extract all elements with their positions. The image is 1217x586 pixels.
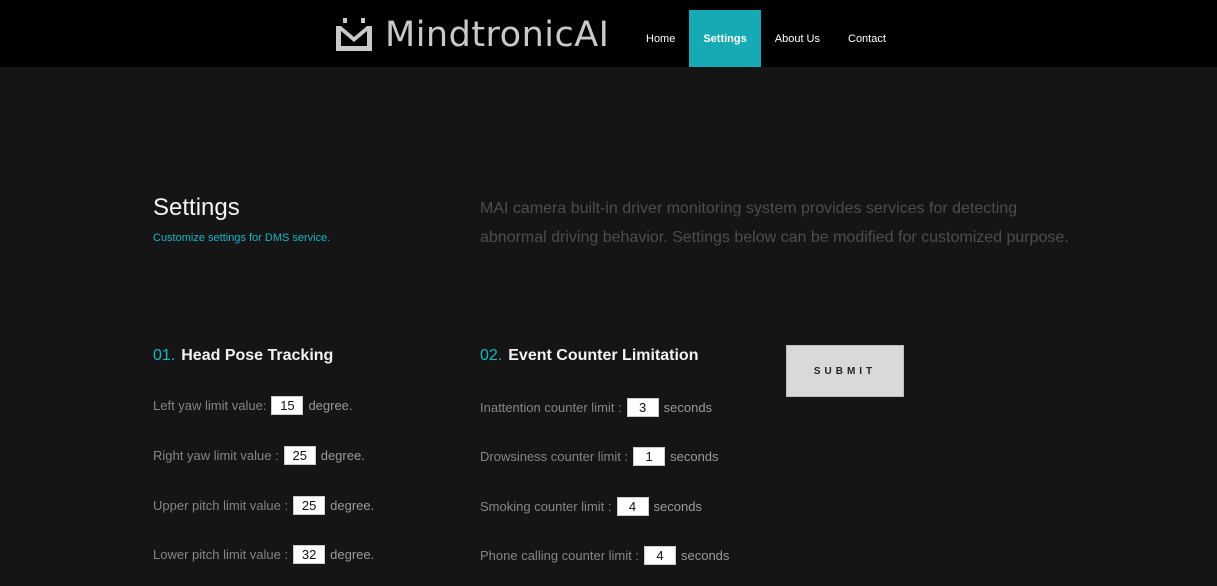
upper-pitch-input[interactable] (293, 496, 326, 515)
section-event-counter-title: 02. Event Counter Limitation (480, 347, 698, 365)
field-unit: seconds (663, 400, 713, 415)
field-label: Right yaw limit value : (153, 448, 279, 463)
page-subtitle: Customize settings for DMS service. (153, 232, 331, 244)
field-label: Phone calling counter limit : (480, 548, 639, 563)
field-label: Left yaw limit value: (153, 398, 267, 413)
field-unit: degree. (308, 398, 353, 413)
section-number: 01. (153, 347, 176, 364)
field-label: Smoking counter limit : (480, 499, 612, 514)
nav-item-about-us[interactable]: About Us (761, 10, 834, 67)
field-unit: seconds (680, 548, 730, 563)
field-label: Lower pitch limit value : (153, 547, 289, 562)
field-smoking: Smoking counter limit : seconds (480, 497, 702, 516)
field-label: Inattention counter limit : (480, 400, 622, 415)
inattention-input[interactable] (626, 398, 659, 417)
nav-item-contact[interactable]: Contact (834, 10, 900, 67)
drowsiness-input[interactable] (633, 447, 666, 466)
phone-calling-input[interactable] (643, 546, 676, 565)
top-navbar: MindtronicAI Home Settings About Us Cont… (0, 0, 1217, 67)
section-number: 02. (480, 347, 503, 364)
field-unit: seconds (653, 499, 702, 514)
page-description: MAI camera built-in driver monitoring sy… (480, 200, 1069, 246)
section-head-pose-title: 01. Head Pose Tracking (153, 347, 333, 365)
lower-pitch-input[interactable] (293, 545, 326, 564)
field-lower-pitch: Lower pitch limit value : degree. (153, 545, 374, 564)
right-yaw-input[interactable] (283, 446, 316, 465)
field-unit: degree. (320, 448, 365, 463)
nav-item-settings[interactable]: Settings (689, 10, 761, 67)
field-inattention: Inattention counter limit : seconds (480, 398, 712, 417)
field-unit: degree. (330, 547, 375, 562)
field-right-yaw: Right yaw limit value : degree. (153, 446, 365, 465)
brand[interactable]: MindtronicAI (333, 14, 610, 56)
field-unit: seconds (670, 449, 719, 464)
field-drowsiness: Drowsiness counter limit : seconds (480, 447, 719, 466)
left-yaw-input[interactable] (271, 396, 304, 415)
field-label: Drowsiness counter limit : (480, 449, 629, 464)
field-label: Upper pitch limit value : (153, 498, 289, 513)
field-left-yaw: Left yaw limit value: degree. (153, 396, 353, 415)
field-upper-pitch: Upper pitch limit value : degree. (153, 496, 374, 515)
nav-item-home[interactable]: Home (632, 10, 689, 67)
smoking-input[interactable] (616, 497, 649, 516)
field-unit: degree. (330, 498, 375, 513)
submit-button[interactable]: SUBMIT (786, 345, 904, 397)
section-title: Event Counter Limitation (508, 347, 699, 364)
page-title: Settings (153, 194, 240, 221)
main-nav: Home Settings About Us Contact (632, 10, 900, 67)
section-title: Head Pose Tracking (181, 347, 334, 364)
field-phone-calling: Phone calling counter limit : seconds (480, 546, 729, 565)
brand-name: MindtronicAI (385, 14, 610, 55)
mindtronic-logo-icon (336, 18, 372, 51)
